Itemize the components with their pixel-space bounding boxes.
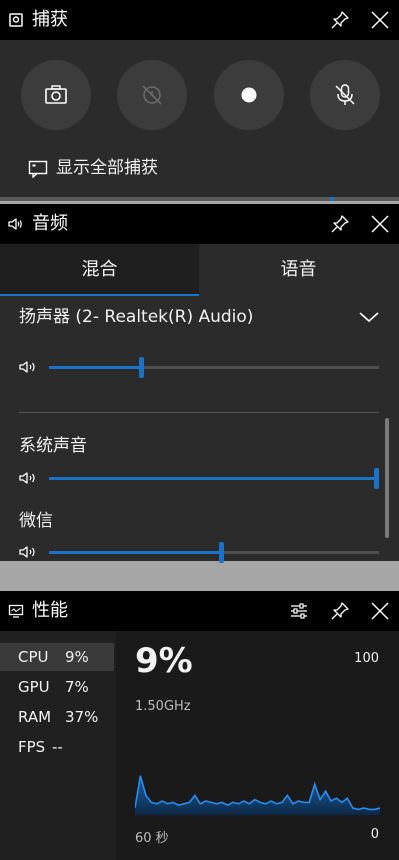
metric-name: FPS [18, 738, 46, 756]
speaker-icon [8, 218, 22, 230]
volume-icon[interactable] [19, 470, 39, 486]
metric-cpu[interactable]: CPU 9% [0, 643, 114, 671]
tab-mix-label: 混合 [81, 259, 118, 280]
metric-name: GPU [18, 678, 50, 696]
cpu-usage-graph [135, 775, 380, 815]
audio-scrollbar[interactable] [385, 418, 389, 538]
device-volume-slider[interactable] [49, 357, 379, 378]
audio-title: 音频 [32, 213, 68, 234]
pin-icon[interactable] [330, 214, 350, 234]
pin-icon[interactable] [330, 601, 350, 621]
close-icon[interactable] [370, 10, 390, 30]
metric-value: 37% [65, 708, 99, 726]
capture-icon [9, 13, 23, 27]
selected-metric-value: 9% [135, 641, 193, 681]
mic-muted-icon [335, 84, 355, 105]
metric-detail: 9% 100 1.50GHz 60 秒 0 [116, 631, 399, 860]
metric-gpu[interactable]: GPU 7% [0, 673, 114, 701]
close-icon[interactable] [370, 214, 390, 234]
chevron-down-icon[interactable] [358, 310, 380, 324]
monitor-icon [8, 604, 24, 618]
close-icon[interactable] [370, 601, 390, 621]
metric-fps[interactable]: FPS -- [0, 733, 114, 761]
audio-divider [19, 412, 379, 413]
record-last-30s-button[interactable] [117, 60, 187, 130]
cpu-graph-area [135, 775, 380, 815]
performance-title: 性能 [32, 600, 68, 621]
graph-min-label: 0 [370, 827, 379, 842]
tab-active-indicator [0, 294, 199, 296]
metric-value: 9% [65, 648, 89, 666]
wechat-volume-thumb[interactable] [219, 542, 224, 563]
system-sounds-volume-slider[interactable] [49, 468, 379, 489]
audio-tabs: 混合 语音 [0, 244, 399, 296]
metric-value: 7% [65, 678, 89, 696]
tab-voice-label: 语音 [280, 259, 317, 280]
record-dot-icon [241, 87, 257, 103]
pin-icon[interactable] [330, 10, 350, 30]
wechat-label: 微信 [19, 511, 53, 531]
capture-scrollbar[interactable] [0, 197, 399, 201]
output-device-label: 扬声器 (2- Realtek(R) Audio) [19, 307, 254, 327]
record-history-disabled-icon [142, 85, 162, 105]
metric-name: CPU [18, 648, 49, 666]
device-volume-thumb[interactable] [139, 357, 144, 378]
mic-toggle-button[interactable] [310, 60, 380, 130]
volume-icon[interactable] [19, 544, 39, 560]
performance-widget: 性能 CPU 9% GPU 7% RAM 37% FPS -- 9% 100 1… [0, 591, 399, 860]
capture-title: 捕获 [32, 9, 68, 30]
gallery-icon [28, 160, 48, 178]
screenshot-button[interactable] [21, 60, 91, 130]
tab-mix[interactable]: 混合 [0, 244, 199, 296]
capture-titlebar[interactable]: 捕获 [0, 0, 399, 40]
wechat-volume-fill [49, 551, 221, 554]
metric-value: -- [52, 738, 63, 756]
audio-titlebar[interactable]: 音频 [0, 204, 399, 244]
capture-widget: 捕获 显示全部捕获 [0, 0, 399, 201]
capture-scroll-thumb[interactable] [330, 197, 334, 201]
graph-max-label: 100 [354, 651, 379, 666]
show-all-captures-label: 显示全部捕获 [56, 158, 158, 178]
cpu-frequency: 1.50GHz [135, 699, 191, 714]
device-volume-fill [49, 366, 141, 369]
settings-sliders-icon[interactable] [289, 601, 309, 621]
metric-name: RAM [18, 708, 52, 726]
metric-ram[interactable]: RAM 37% [0, 703, 114, 731]
audio-widget: 音频 混合 语音 扬声器 (2- Realtek(R) Audio) 系统声音 … [0, 204, 399, 563]
performance-titlebar[interactable]: 性能 [0, 591, 399, 631]
tab-voice[interactable]: 语音 [199, 244, 398, 296]
graph-timespan-label: 60 秒 [135, 831, 169, 846]
system-sounds-volume-thumb[interactable] [374, 468, 379, 489]
volume-icon[interactable] [19, 359, 39, 375]
metric-list: CPU 9% GPU 7% RAM 37% FPS -- [0, 631, 116, 860]
system-sounds-volume-fill [49, 477, 379, 480]
wechat-volume-slider[interactable] [49, 542, 379, 563]
system-sounds-label: 系统声音 [19, 436, 87, 456]
camera-icon [45, 85, 67, 104]
start-recording-button[interactable] [214, 60, 284, 130]
